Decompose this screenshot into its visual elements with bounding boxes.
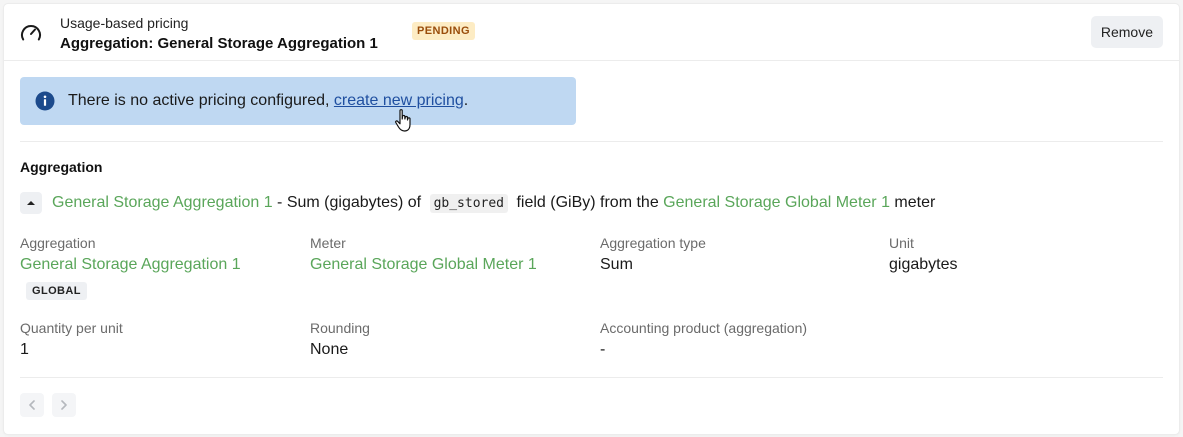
aggregation-summary-link[interactable]: General Storage Aggregation 1 <box>52 194 273 211</box>
accounting-product-value: - <box>600 341 606 358</box>
accounting-product-label: Accounting product (aggregation) <box>600 320 808 336</box>
info-icon <box>35 91 55 111</box>
summary-text: - Sum (gigabytes) of <box>272 194 426 211</box>
pricing-card: Usage-based pricing Aggregation: General… <box>4 4 1179 434</box>
card-header: Usage-based pricing Aggregation: General… <box>4 4 1179 61</box>
aggregation-label: Aggregation <box>20 235 96 251</box>
meter-summary-link[interactable]: General Storage Global Meter 1 <box>663 194 890 211</box>
meter-value-link[interactable]: General Storage Global Meter 1 <box>310 256 537 274</box>
pager-divider <box>20 377 1163 378</box>
meter-label: Meter <box>310 235 346 251</box>
summary-text: field (GiBy) from the <box>512 194 664 211</box>
rounding-label: Rounding <box>310 320 370 336</box>
quantity-per-unit-label: Quantity per unit <box>20 320 123 336</box>
info-message-suffix: . <box>463 92 469 109</box>
rounding-value: None <box>310 341 349 358</box>
collapse-toggle-button[interactable] <box>20 192 42 214</box>
create-new-pricing-link[interactable]: create new pricing <box>334 92 464 109</box>
section-divider <box>20 141 1163 142</box>
summary-text: meter <box>889 194 936 211</box>
previous-page-button[interactable] <box>20 393 44 417</box>
remove-button[interactable]: Remove <box>1090 16 1163 48</box>
info-message-text: There is no active pricing configured, <box>68 92 334 109</box>
unit-label: Unit <box>889 235 914 251</box>
chevron-right-icon <box>61 400 67 410</box>
field-code: gb_stored <box>429 194 509 213</box>
status-badge: PENDING <box>412 22 475 40</box>
card-subtitle: Usage-based pricing <box>60 15 189 31</box>
aggregation-value-link[interactable]: General Storage Aggregation 1 <box>20 256 241 274</box>
aggregation-summary: General Storage Aggregation 1 - Sum (gig… <box>52 194 936 213</box>
page-title: Aggregation: General Storage Aggregation… <box>60 35 378 52</box>
aggregation-type-value: Sum <box>600 256 633 273</box>
hand-pointer-icon <box>395 109 411 132</box>
aggregation-type-label: Aggregation type <box>600 235 706 251</box>
info-banner: There is no active pricing configured, c… <box>20 77 576 125</box>
gauge-icon <box>21 25 41 41</box>
aggregation-section-title: Aggregation <box>20 159 103 175</box>
chevron-left-icon <box>29 400 35 410</box>
quantity-per-unit-value: 1 <box>20 341 29 358</box>
unit-value: gigabytes <box>889 256 958 273</box>
next-page-button[interactable] <box>52 393 76 417</box>
global-badge: GLOBAL <box>26 282 87 300</box>
chevron-up-icon <box>27 201 35 205</box>
